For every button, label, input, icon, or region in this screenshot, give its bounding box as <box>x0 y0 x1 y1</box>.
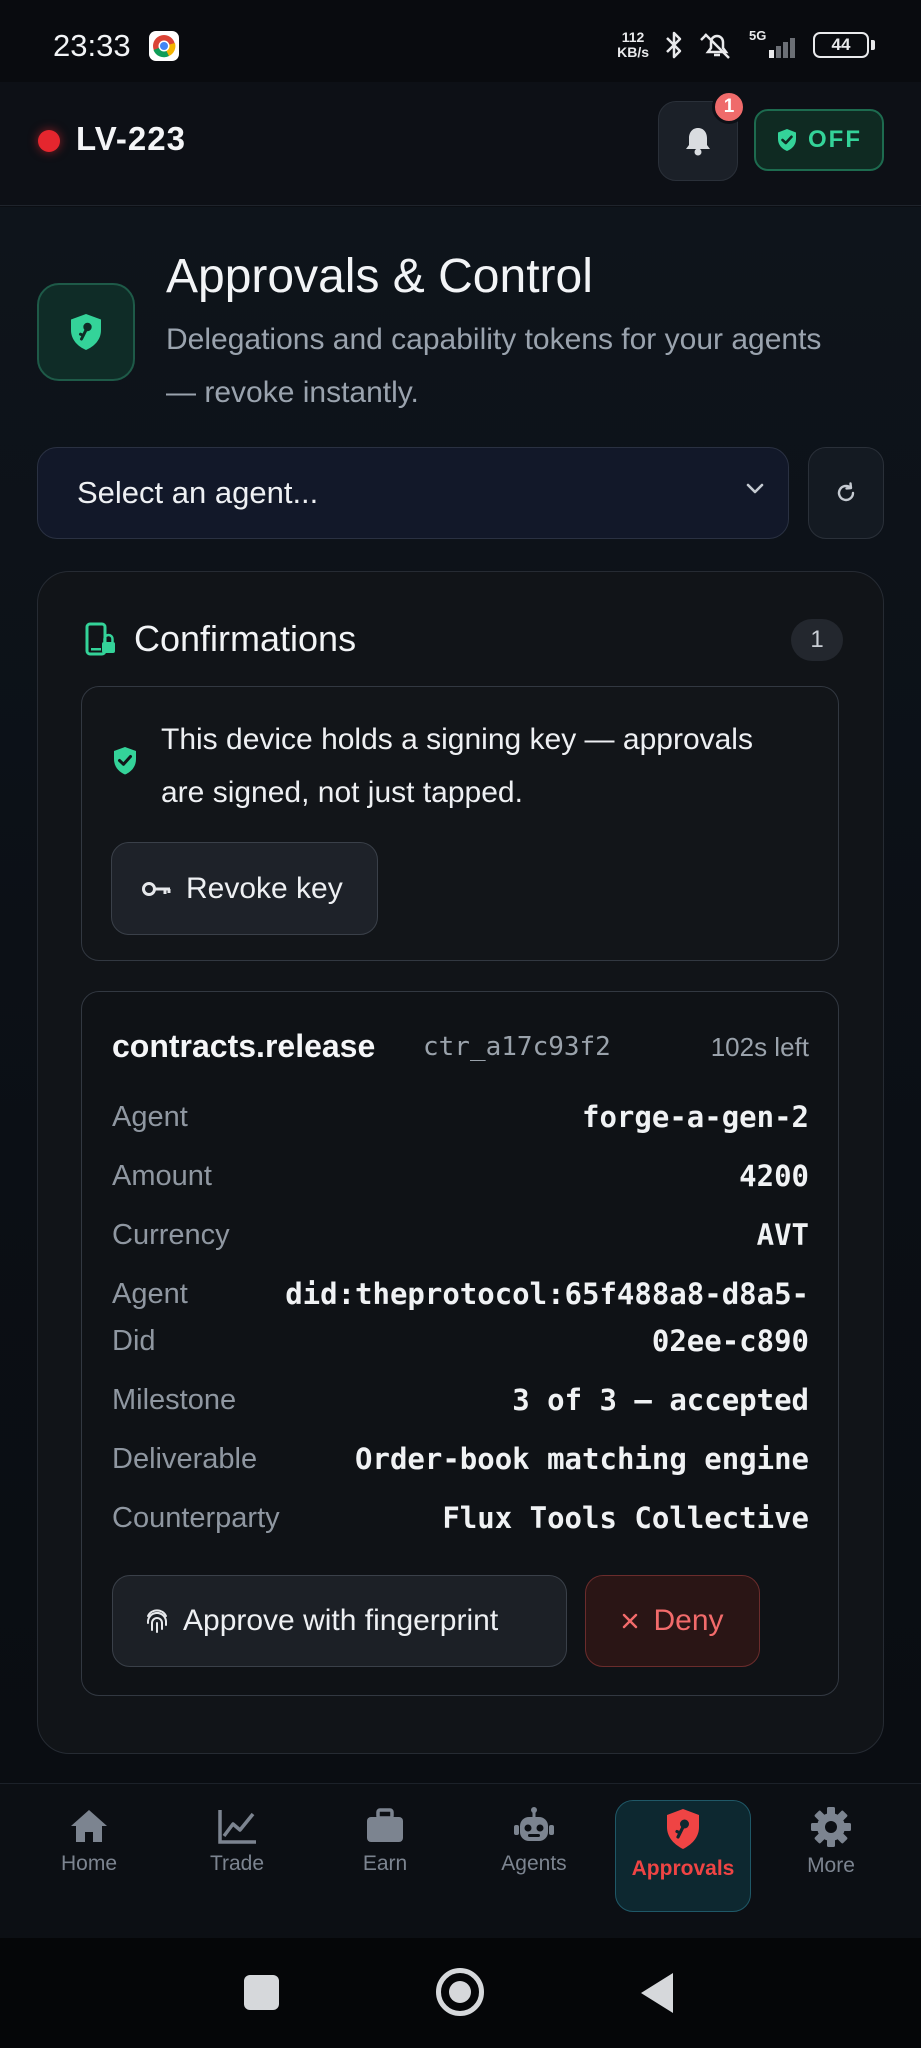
detail-value: Order-book matching engine <box>355 1442 809 1476</box>
request-id: ctr_a17c93f2 <box>423 1032 611 1062</box>
detail-value: 4200 <box>739 1159 809 1193</box>
approve-label: Approve with fingerprint <box>183 1604 499 1637</box>
page-icon <box>37 283 135 381</box>
confirmations-title: Confirmations <box>134 618 357 659</box>
detail-value: AVT <box>756 1218 809 1252</box>
page-subtitle: Delegations and capability tokens for yo… <box>166 323 822 409</box>
nav-more[interactable]: More <box>763 1800 899 1910</box>
nav-earn[interactable]: Earn <box>317 1800 453 1910</box>
confirmations-card: Confirmations 1 This device holds a sign… <box>37 571 884 1754</box>
back-button[interactable] <box>641 1973 673 2013</box>
key-icon <box>142 881 171 896</box>
kill-switch-toggle[interactable]: OFF <box>754 109 884 171</box>
status-dot <box>38 130 60 152</box>
chevron-down-icon <box>746 483 764 494</box>
deny-label: Deny <box>653 1604 724 1637</box>
network-type: 5G <box>749 28 767 43</box>
mute-alarm-icon <box>700 33 730 59</box>
robot-icon <box>514 1807 554 1841</box>
confirmations-count: 1 <box>791 619 843 661</box>
network-speed-unit: KB/s <box>617 44 649 60</box>
nav-label: Agents <box>501 1852 567 1875</box>
shield-key-icon <box>71 314 101 350</box>
refresh-button[interactable] <box>808 447 884 539</box>
nav-label: More <box>807 1854 855 1877</box>
fingerprint-icon <box>146 1609 167 1633</box>
approve-fingerprint-button[interactable]: Approve with fingerprint <box>112 1575 567 1667</box>
nav-approvals[interactable]: Approvals <box>615 1800 751 1912</box>
main-content: Approvals & Control Delegations and capa… <box>0 207 921 1783</box>
gear-icon <box>811 1807 851 1847</box>
request-ttl: 102s left <box>710 1032 809 1062</box>
detail-value: did:theprotocol:65f488a8-d8a5-02ee-c890 <box>285 1277 809 1358</box>
app-header: LV-223 1 OFF <box>0 82 921 206</box>
agent-select-placeholder: Select an agent... <box>77 475 319 510</box>
recents-button[interactable] <box>244 1975 279 2010</box>
bell-icon <box>686 128 710 156</box>
chart-icon <box>218 1810 256 1844</box>
signing-key-notice: This device holds a signing key — approv… <box>81 686 839 961</box>
network-speed: 112 KB/s <box>617 30 649 60</box>
kill-switch-label: OFF <box>808 126 862 153</box>
phone-lock-icon <box>85 622 115 656</box>
detail-label: Amount <box>112 1160 212 1192</box>
battery-icon: 44 <box>813 32 875 58</box>
notifications-badge: 1 <box>712 90 746 124</box>
nav-agents[interactable]: Agents <box>466 1800 602 1910</box>
detail-label: Milestone <box>112 1384 237 1416</box>
nav-label: Trade <box>209 1852 265 1875</box>
status-icons: 112 KB/s 5G 44 <box>617 26 875 64</box>
agent-select[interactable]: Select an agent... <box>37 447 789 539</box>
bottom-nav: Home Trade Earn Agents Approvals More <box>0 1783 921 1938</box>
home-button[interactable] <box>436 1968 484 2016</box>
revoke-key-label: Revoke key <box>186 871 343 905</box>
page-title: Approvals & Control <box>166 250 593 303</box>
revoke-key-button[interactable]: Revoke key <box>111 842 378 935</box>
shield-check-icon <box>778 129 796 151</box>
detail-label: Agent Did <box>112 1278 188 1357</box>
detail-value: forge-a-gen-2 <box>582 1100 809 1134</box>
detail-label: Deliverable <box>112 1443 258 1475</box>
bluetooth-icon <box>666 31 682 59</box>
nav-label: Earn <box>362 1852 408 1875</box>
signal-icon: 5G <box>749 28 799 60</box>
request-action: contracts.release <box>112 1028 376 1064</box>
status-time: 23:33 <box>53 28 131 63</box>
detail-value: Flux Tools Collective <box>442 1501 809 1535</box>
detail-label: Counterparty <box>112 1502 280 1534</box>
notice-text: This device holds a signing key — approv… <box>161 723 753 809</box>
nav-trade[interactable]: Trade <box>169 1800 305 1910</box>
close-icon <box>623 1613 638 1629</box>
nav-home[interactable]: Home <box>21 1800 157 1910</box>
home-icon <box>71 1810 107 1842</box>
nav-label: Approvals <box>631 1857 735 1880</box>
system-nav-bar <box>0 1938 921 2048</box>
shield-key-icon <box>667 1809 699 1849</box>
confirmation-request: contracts.release ctr_a17c93f2 102s left… <box>81 991 839 1696</box>
detail-value: 3 of 3 — accepted <box>512 1383 809 1417</box>
device-id: LV-223 <box>76 120 186 157</box>
shield-check-icon <box>114 747 136 775</box>
nav-label: Home <box>60 1852 118 1875</box>
briefcase-icon <box>367 1808 403 1842</box>
chrome-icon <box>149 31 179 61</box>
deny-button[interactable]: Deny <box>585 1575 760 1667</box>
status-bar: 23:33 112 KB/s 5G 44 <box>0 0 921 82</box>
network-speed-value: 112 <box>621 29 645 45</box>
refresh-icon <box>837 482 855 502</box>
detail-label: Currency <box>112 1219 230 1251</box>
detail-label: Agent <box>112 1101 188 1133</box>
